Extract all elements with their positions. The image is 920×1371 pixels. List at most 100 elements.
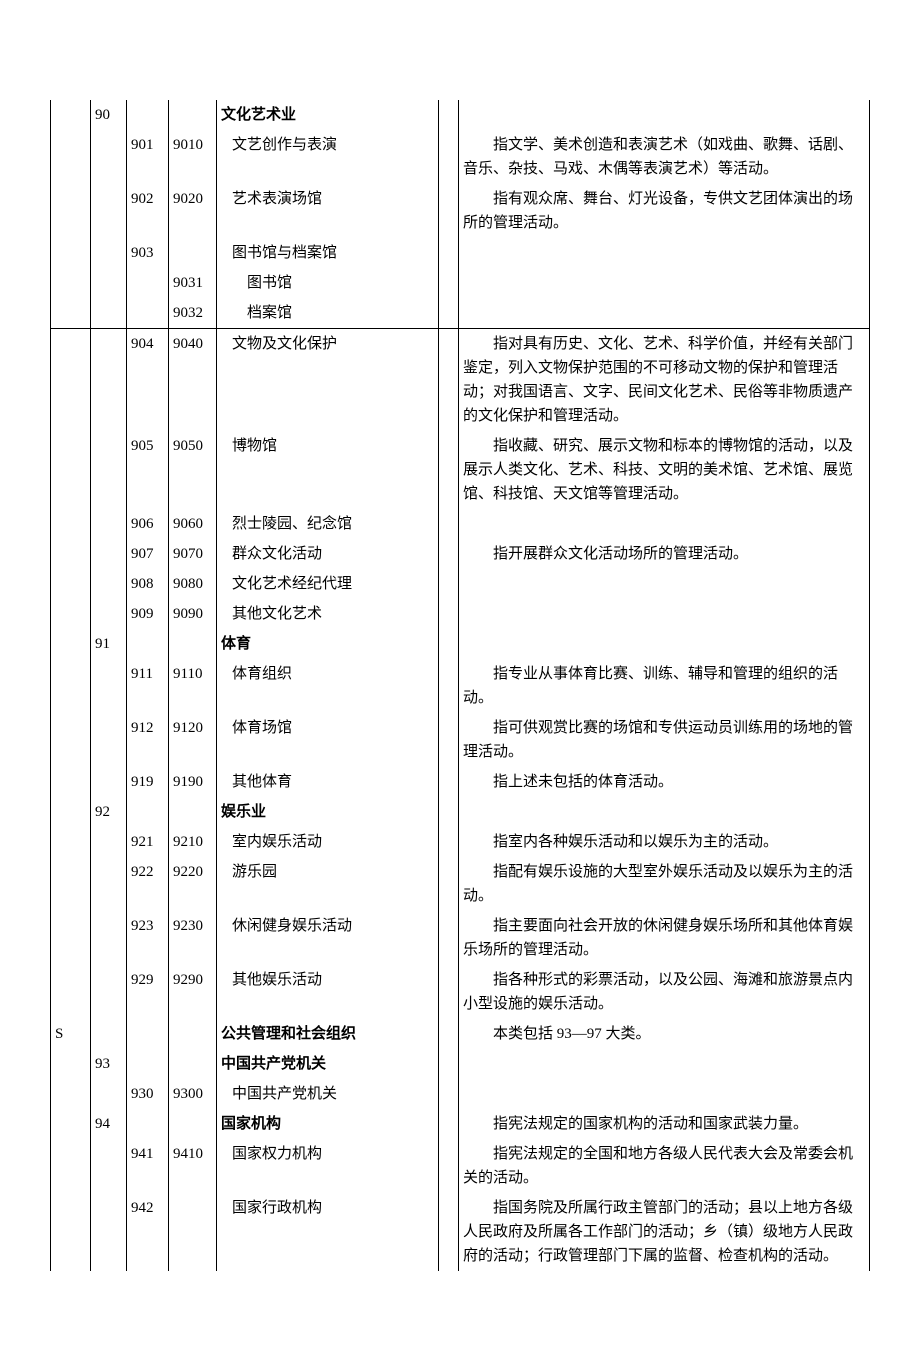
col-small (169, 238, 217, 268)
col-gap (439, 100, 459, 130)
col-major (91, 659, 127, 713)
table-row: 92 娱乐业 (51, 797, 870, 827)
col-small: 9090 (169, 599, 217, 629)
col-mid: 906 (127, 509, 169, 539)
col-description: 指可供观赏比赛的场馆和专供运动员训练用的场地的管理活动。 (459, 713, 870, 767)
col-small: 9020 (169, 184, 217, 238)
col-section: S (51, 1019, 91, 1049)
table-row: 9069060烈士陵园、纪念馆 (51, 509, 870, 539)
col-name: 图书馆与档案馆 (217, 238, 439, 268)
col-small (169, 1049, 217, 1079)
col-mid (127, 629, 169, 659)
col-section (51, 965, 91, 1019)
col-major: 91 (91, 629, 127, 659)
table-row: 9119110体育组织指专业从事体育比赛、训练、辅导和管理的组织的活动。 (51, 659, 870, 713)
table-row: 93中国共产党机关 (51, 1049, 870, 1079)
table-row: 9079070群众文化活动指开展群众文化活动场所的管理活动。 (51, 539, 870, 569)
col-major (91, 298, 127, 329)
col-section (51, 100, 91, 130)
col-major (91, 713, 127, 767)
col-gap (439, 1079, 459, 1109)
col-mid: 929 (127, 965, 169, 1019)
col-major (91, 827, 127, 857)
col-gap (439, 797, 459, 827)
table-row: 9199190其他体育指上述未包括的体育活动。 (51, 767, 870, 797)
col-name: 图书馆 (217, 268, 439, 298)
col-description: 指宪法规定的全国和地方各级人民代表大会及常委会机关的活动。 (459, 1139, 870, 1193)
col-gap (439, 965, 459, 1019)
col-section (51, 238, 91, 268)
col-mid: 930 (127, 1079, 169, 1109)
col-name: 国家行政机构 (217, 1193, 439, 1271)
col-major (91, 1019, 127, 1049)
col-mid (127, 1019, 169, 1049)
col-small: 9110 (169, 659, 217, 713)
col-section (51, 1049, 91, 1079)
col-gap (439, 767, 459, 797)
col-small (169, 629, 217, 659)
col-major (91, 911, 127, 965)
col-name: 室内娱乐活动 (217, 827, 439, 857)
col-gap (439, 857, 459, 911)
col-name: 文化艺术业 (217, 100, 439, 130)
col-major (91, 130, 127, 184)
col-major (91, 238, 127, 268)
col-section (51, 1079, 91, 1109)
table-row: 9059050博物馆指收藏、研究、展示文物和标本的博物馆的活动，以及展示人类文化… (51, 431, 870, 509)
col-small (169, 1109, 217, 1139)
col-description (459, 238, 870, 268)
col-mid (127, 100, 169, 130)
col-gap (439, 1049, 459, 1079)
col-name: 文物及文化保护 (217, 329, 439, 432)
col-gap (439, 268, 459, 298)
table-row: 91 体育 (51, 629, 870, 659)
col-name: 其他体育 (217, 767, 439, 797)
col-small: 9210 (169, 827, 217, 857)
col-description (459, 599, 870, 629)
col-description: 指上述未包括的体育活动。 (459, 767, 870, 797)
col-major (91, 329, 127, 432)
col-gap (439, 659, 459, 713)
col-small: 9230 (169, 911, 217, 965)
col-small: 9300 (169, 1079, 217, 1109)
table-row: 9089080文化艺术经纪代理 (51, 569, 870, 599)
col-name: 娱乐业 (217, 797, 439, 827)
col-description (459, 569, 870, 599)
col-name: 休闲健身娱乐活动 (217, 911, 439, 965)
col-name: 文艺创作与表演 (217, 130, 439, 184)
col-name: 其他娱乐活动 (217, 965, 439, 1019)
col-section (51, 298, 91, 329)
col-small: 9410 (169, 1139, 217, 1193)
col-section (51, 1139, 91, 1193)
col-major: 92 (91, 797, 127, 827)
col-description: 指收藏、研究、展示文物和标本的博物馆的活动，以及展示人类文化、艺术、科技、文明的… (459, 431, 870, 509)
col-mid: 921 (127, 827, 169, 857)
col-name: 中国共产党机关 (217, 1079, 439, 1109)
col-gap (439, 599, 459, 629)
col-gap (439, 509, 459, 539)
col-gap (439, 431, 459, 509)
col-description (459, 629, 870, 659)
col-gap (439, 130, 459, 184)
col-mid (127, 1109, 169, 1139)
col-description: 指主要面向社会开放的休闲健身娱乐场所和其他体育娱乐场所的管理活动。 (459, 911, 870, 965)
col-mid: 908 (127, 569, 169, 599)
col-small (169, 797, 217, 827)
col-name: 国家机构 (217, 1109, 439, 1139)
col-mid: 919 (127, 767, 169, 797)
col-small: 9220 (169, 857, 217, 911)
col-gap (439, 1019, 459, 1049)
col-name: 体育 (217, 629, 439, 659)
col-small: 9190 (169, 767, 217, 797)
col-name: 体育组织 (217, 659, 439, 713)
col-name: 群众文化活动 (217, 539, 439, 569)
col-section (51, 431, 91, 509)
table-row: 9129120体育场馆指可供观赏比赛的场馆和专供运动员训练用的场地的管理活动。 (51, 713, 870, 767)
col-gap (439, 184, 459, 238)
col-section (51, 827, 91, 857)
table-row: 9229220游乐园指配有娱乐设施的大型室外娱乐活动及以娱乐为主的活动。 (51, 857, 870, 911)
col-gap (439, 911, 459, 965)
col-gap (439, 1139, 459, 1193)
col-major: 90 (91, 100, 127, 130)
col-section (51, 268, 91, 298)
